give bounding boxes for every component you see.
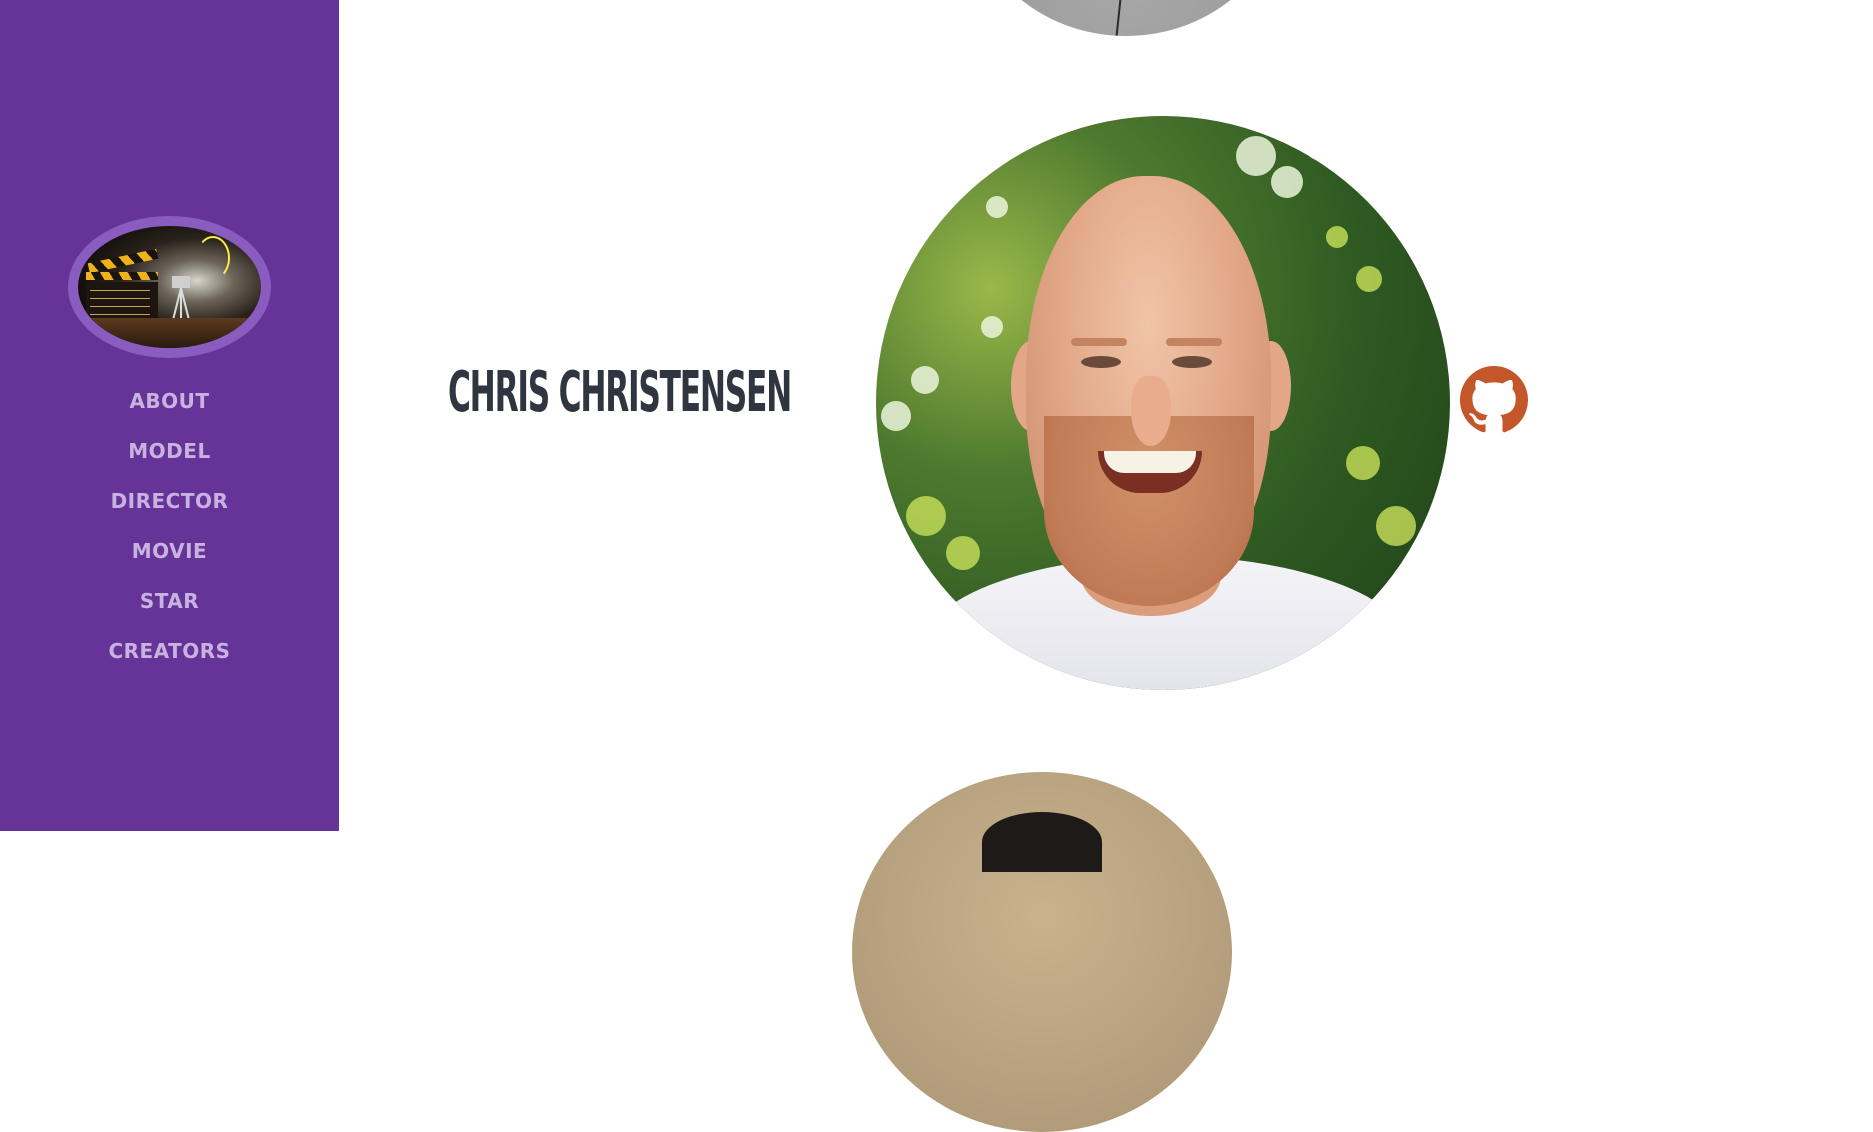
next-creator-photo — [852, 772, 1232, 1132]
creators-content: CHRIS CHRISTENSEN — [339, 0, 1873, 1132]
menu-item-about[interactable]: ABOUT — [0, 386, 339, 436]
menu-item-movie[interactable]: MOVIE — [0, 536, 339, 586]
menu-item-star[interactable]: STAR — [0, 586, 339, 636]
creator-name: CHRIS CHRISTENSEN — [448, 360, 792, 425]
menu-item-director[interactable]: DIRECTOR — [0, 486, 339, 536]
sidebar: ABOUT MODEL DIRECTOR MOVIE STAR CREATORS — [0, 0, 339, 831]
sidebar-menu: ABOUT MODEL DIRECTOR MOVIE STAR CREATORS — [0, 386, 339, 686]
menu-item-model[interactable]: MODEL — [0, 436, 339, 486]
menu-item-creators[interactable]: CREATORS — [0, 636, 339, 686]
creator-avatar — [876, 116, 1450, 690]
github-icon — [1460, 366, 1528, 433]
logo-image — [78, 226, 261, 348]
creator-card: CHRIS CHRISTENSEN — [339, 0, 1873, 831]
github-link[interactable] — [1460, 366, 1528, 434]
site-logo[interactable] — [68, 216, 271, 358]
